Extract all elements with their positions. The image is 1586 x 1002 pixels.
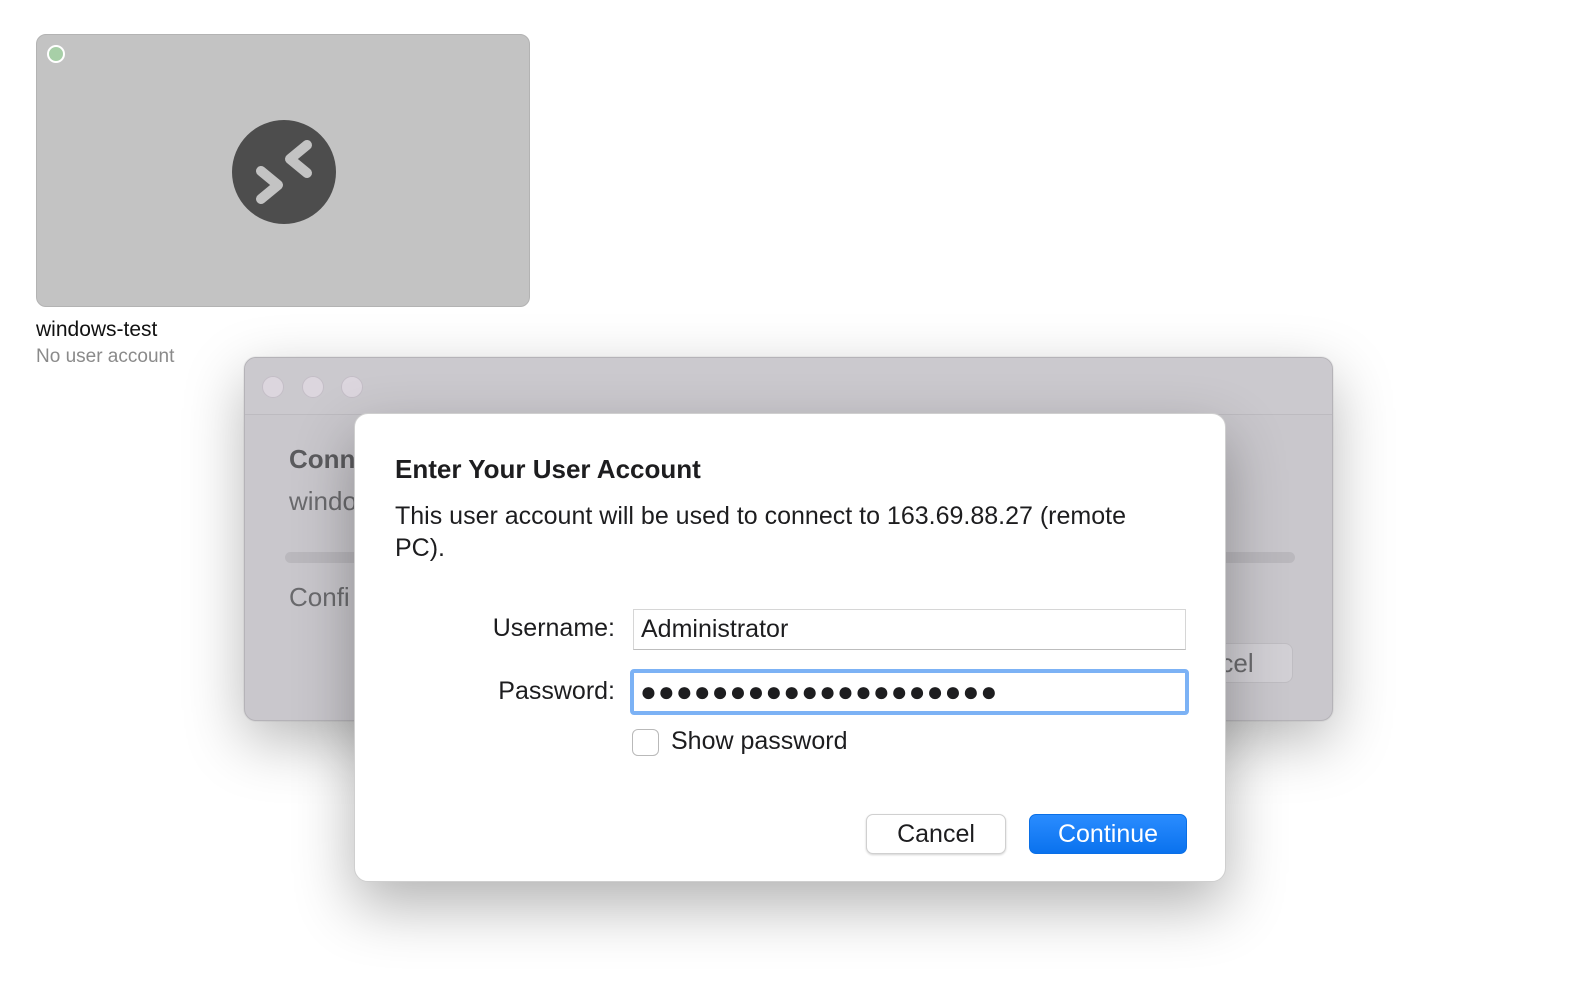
- show-password-label[interactable]: Show password: [671, 727, 847, 756]
- password-input[interactable]: ●●●●●●●●●●●●●●●●●●●●: [630, 669, 1189, 715]
- zoom-window-button[interactable]: [341, 376, 363, 398]
- pc-thumbnail[interactable]: [36, 34, 530, 307]
- connection-heading: Conn: [289, 444, 356, 474]
- username-input[interactable]: [633, 609, 1186, 650]
- close-window-button[interactable]: [262, 376, 284, 398]
- dialog-message: This user account will be used to connec…: [395, 502, 1126, 562]
- show-password-checkbox[interactable]: [632, 729, 659, 756]
- pc-name: windows-test: [36, 318, 158, 341]
- username-label: Username:: [492, 614, 615, 642]
- cancel-button[interactable]: Cancel: [866, 814, 1006, 854]
- connection-status: Confi: [289, 582, 350, 612]
- minimize-window-button[interactable]: [302, 376, 324, 398]
- continue-button[interactable]: Continue: [1029, 814, 1187, 854]
- pc-user-account: No user account: [36, 346, 175, 367]
- password-mask: ●●●●●●●●●●●●●●●●●●●●: [640, 676, 999, 707]
- dialog-title: Enter Your User Account: [395, 454, 701, 484]
- user-account-dialog: Enter Your User Account This user accoun…: [354, 413, 1226, 882]
- window-titlebar: [245, 358, 1332, 415]
- status-indicator: [47, 45, 65, 63]
- remote-desktop-icon: [232, 120, 336, 224]
- password-label: Password:: [498, 677, 615, 705]
- app-canvas: windows-test No user account Conn windo …: [0, 0, 1586, 1002]
- connection-target: windo: [289, 486, 357, 516]
